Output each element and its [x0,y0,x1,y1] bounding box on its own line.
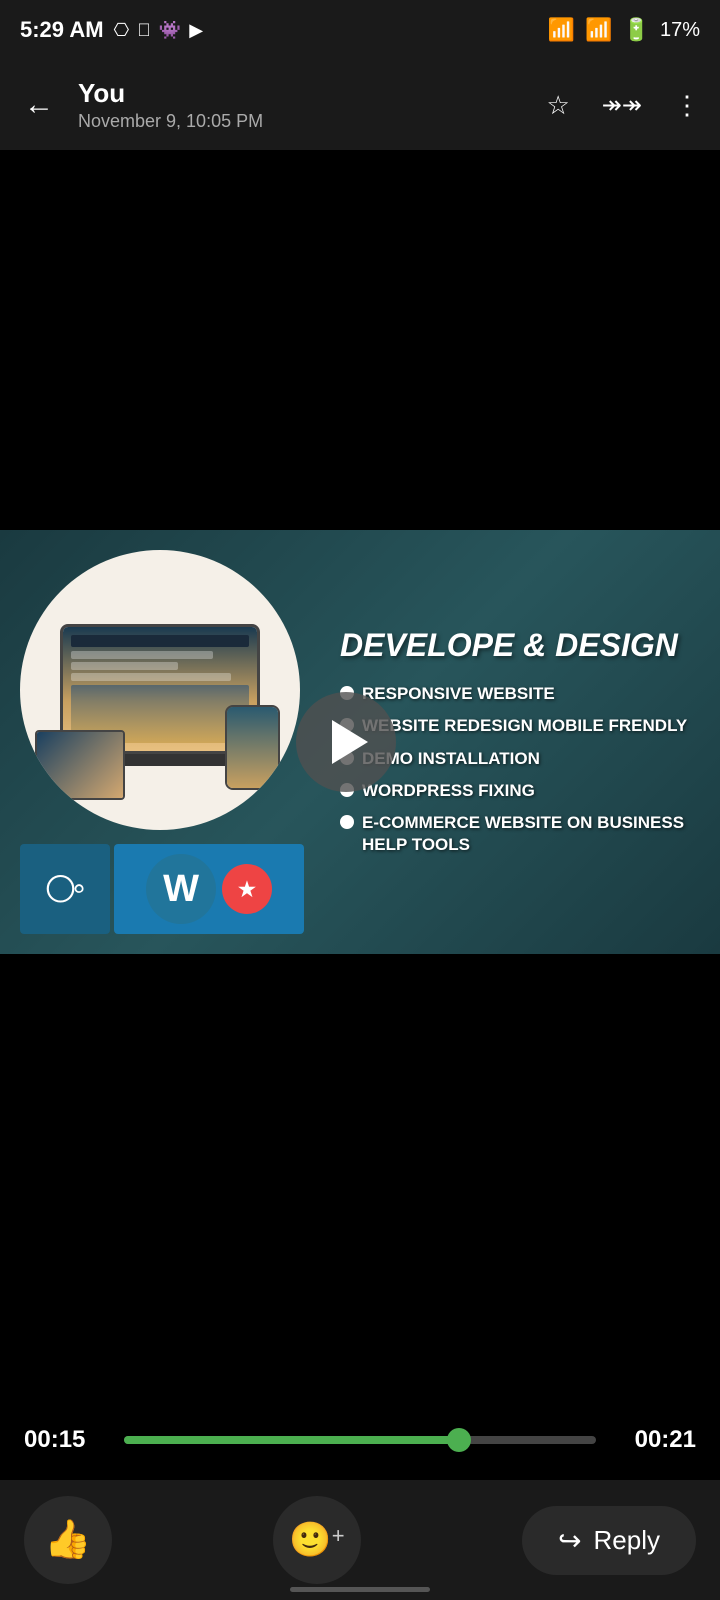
star-button[interactable]: ☆ [542,86,573,125]
reply-button[interactable]: ↩ Reply [522,1506,696,1575]
video-title: DEVELOPE & DESIGN [340,628,704,663]
signal-icon: 📶 [585,17,612,43]
service-item-1: RESPONSIVE WEBSITE [340,683,704,705]
progress-area: 00:15 00:21 [0,1400,720,1480]
battery-percent: 17% [660,19,700,42]
toolbar-info: You November 9, 10:05 PM [78,78,526,132]
game-icon: 👾 [159,20,181,41]
current-time: 00:15 [24,1426,104,1454]
service-item-5: E-COMMERCE WEBSITE ON BUSINESS HELP TOOL… [340,812,704,856]
emoji-add-icon: 🙂+ [289,1520,344,1560]
more-options-button[interactable]: ⋮ [670,86,704,125]
battery-icon: 🔋 [623,17,650,43]
total-time: 00:21 [616,1426,696,1454]
tablet-screen [37,732,123,798]
status-icons: ⎔  👾 ▶ [114,20,203,41]
toolbar-title: You [78,78,526,109]
play-button[interactable] [296,692,396,792]
service-list: RESPONSIVE WEBSITE WEBSITE REDESIGN MOBI… [340,683,704,856]
status-time: 5:29 AM [20,17,104,43]
video-thumbnail: ⧂ W ★ DEVELOPE & DESIGN RESP [0,530,720,954]
black-top-area [0,150,720,530]
devices-circle [20,550,300,830]
content-area: ⧂ W ★ DEVELOPE & DESIGN RESP [0,150,720,1480]
progress-bar-fill [124,1436,459,1444]
plugin-icon: ⧂ [45,867,85,912]
home-indicator [290,1587,430,1592]
status-bar: 5:29 AM ⎔  👾 ▶ 📶 📶 🔋 17% [0,0,720,60]
video-container[interactable]: ⧂ W ★ DEVELOPE & DESIGN RESP [0,530,720,954]
reply-icon: ↩ [558,1524,581,1557]
notification-icon: ⎔ [114,20,130,41]
back-button[interactable]: ← [16,80,62,130]
youtube-icon: ▶ [189,20,203,41]
laptop-nav-bar [71,635,249,647]
service-item-4: WORDPRESS FIXING [340,780,704,802]
toolbar: ← You November 9, 10:05 PM ☆ ↠↠ ⋮ [0,60,720,150]
bottom-action-bar: 👍 🙂+ ↩ Reply [0,1480,720,1600]
phone-mockup [225,705,280,790]
phone-screen [227,707,278,788]
progress-bar-container[interactable] [124,1436,596,1444]
wordpress-icon-box: W ★ [114,844,304,934]
laptop-content [71,651,249,681]
toolbar-actions: ☆ ↠↠ ⋮ [542,86,704,125]
reply-label: Reply [594,1525,660,1556]
bottom-icons-row: ⧂ W ★ [20,844,320,934]
progress-thumb[interactable] [447,1428,471,1452]
status-right: 📶 📶 🔋 17% [548,17,700,43]
status-left: 5:29 AM ⎔  👾 ▶ [20,17,203,43]
toolbar-subtitle: November 9, 10:05 PM [78,111,526,132]
forward-button[interactable]: ↠↠ [598,87,646,124]
bullet-5 [340,815,354,829]
plugin-icon-box: ⧂ [20,844,110,934]
tablet-mockup [35,730,125,800]
wp-circle: W [146,854,216,924]
black-bottom-area [0,954,720,1314]
video-right: DEVELOPE & DESIGN RESPONSIVE WEBSITE WEB… [340,530,720,954]
thumbs-up-icon: 👍 [44,1518,91,1562]
thumbs-up-button[interactable]: 👍 [24,1496,112,1584]
emoji-add-button[interactable]: 🙂+ [273,1496,361,1584]
facebook-icon:  [137,20,151,41]
wifi-icon: 📶 [548,17,575,43]
video-left: ⧂ W ★ [0,530,340,954]
wp-extra-icon: ★ [222,864,272,914]
play-triangle-icon [332,720,368,764]
